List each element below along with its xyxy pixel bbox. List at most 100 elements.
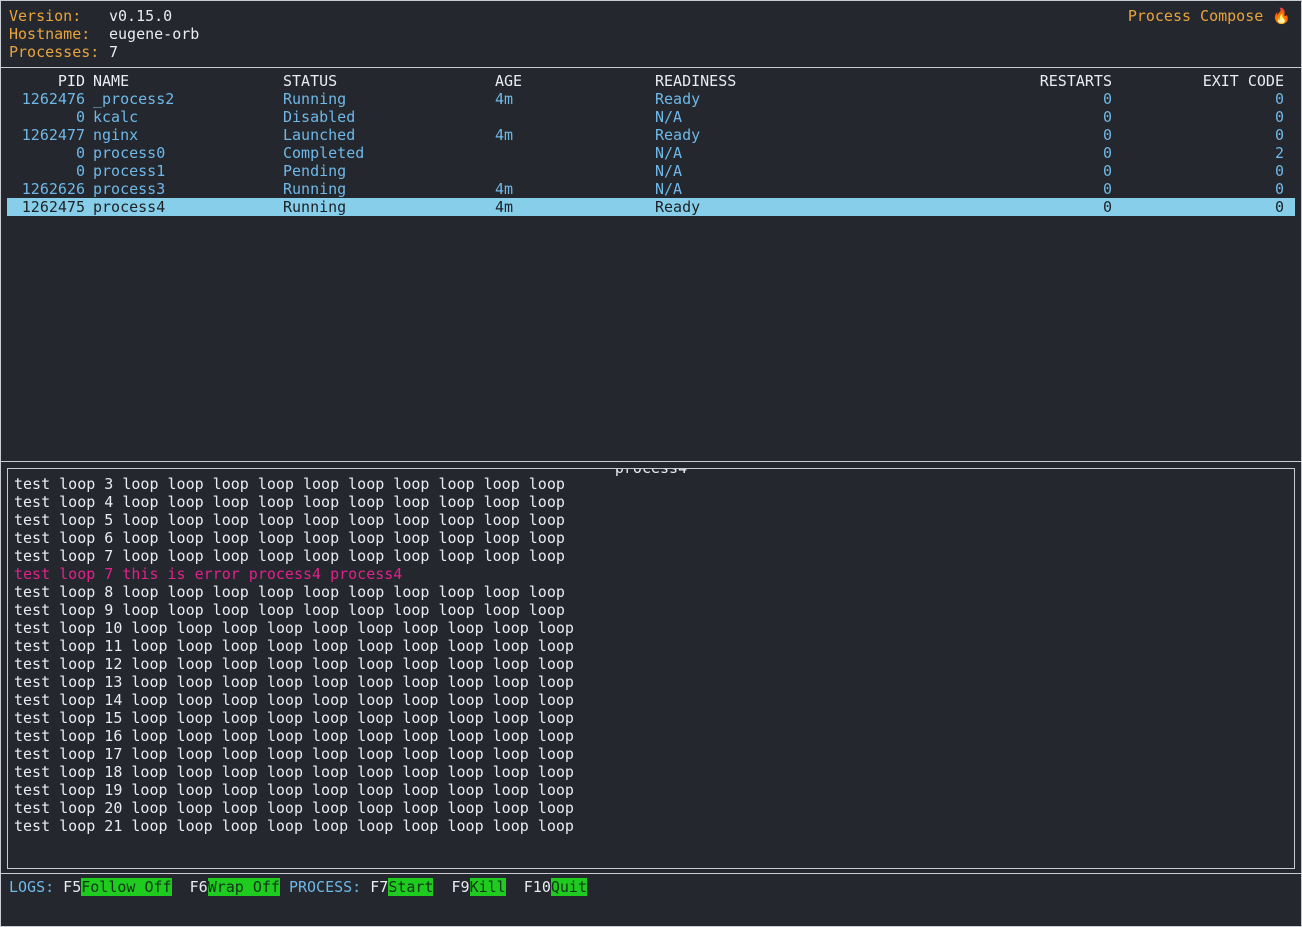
- cell-name: kcalc: [93, 108, 139, 126]
- log-panel-container: process4 test loop 3 loop loop loop loop…: [1, 462, 1301, 873]
- column-header-name: NAME: [93, 72, 130, 90]
- column-header-pid: PID: [57, 72, 85, 90]
- shortcut-action-kill[interactable]: Kill: [469, 878, 506, 896]
- cell-readiness: N/A: [655, 144, 683, 162]
- shortcut-key-f5: F5: [54, 878, 82, 896]
- cell-pid: 1262476: [21, 90, 85, 108]
- cell-name: nginx: [93, 126, 139, 144]
- cell-readiness: N/A: [655, 180, 683, 198]
- process-group-label: PROCESS:: [288, 878, 362, 896]
- cell-restarts: 0: [1102, 162, 1112, 180]
- log-line: test loop 14 loop loop loop loop loop lo…: [14, 691, 574, 709]
- log-line: test loop 9 loop loop loop loop loop loo…: [14, 601, 565, 619]
- log-line: test loop 7 loop loop loop loop loop loo…: [14, 547, 565, 565]
- cell-restarts: 0: [1102, 126, 1112, 144]
- log-line: test loop 3 loop loop loop loop loop loo…: [14, 475, 565, 493]
- log-line: test loop 8 loop loop loop loop loop loo…: [14, 583, 565, 601]
- hostname-row: Hostname: eugene-orb: [9, 25, 1293, 43]
- shortcut-action-start[interactable]: Start: [388, 878, 434, 896]
- processes-label: Processes:: [9, 43, 100, 61]
- log-line: test loop 6 loop loop loop loop loop loo…: [14, 529, 565, 547]
- shortcut-spacer: [506, 878, 515, 896]
- column-header-age: AGE: [495, 72, 523, 90]
- table-row[interactable]: 1262626 process3 Running 4m N/A 0 0: [7, 180, 1295, 198]
- cell-restarts: 0: [1102, 180, 1112, 198]
- log-line: test loop 17 loop loop loop loop loop lo…: [14, 745, 574, 763]
- shortcut-action-wrap-off[interactable]: Wrap Off: [207, 878, 280, 896]
- cell-age: 4m: [495, 180, 514, 198]
- table-body: 1262476 _process2 Running 4m Ready 0 0 0 kcalc Di…: [7, 90, 1295, 216]
- table-row[interactable]: 1262477 nginx Launched 4m Ready 0 0: [7, 126, 1295, 144]
- table-row[interactable]: 0 kcalc Disabled N/A 0 0: [7, 108, 1295, 126]
- shortcut-spacer: [172, 878, 181, 896]
- log-line: test loop 16 loop loop loop loop loop lo…: [14, 727, 574, 745]
- log-output: test loop 3 loop loop loop loop loop loo…: [14, 475, 1294, 835]
- shortcut-spacer: [280, 878, 289, 896]
- cell-name: _process2: [93, 90, 175, 108]
- hostname-label: Hostname:: [9, 25, 91, 43]
- log-line: test loop 12 loop loop loop loop loop lo…: [14, 655, 574, 673]
- cell-age: [495, 144, 655, 162]
- processes-row: Processes: 7: [9, 43, 1293, 61]
- cell-exit-code: 0: [1274, 180, 1284, 198]
- table-header-row: PID NAME STATUS AGE READINESS RESTARTS E…: [7, 72, 1295, 90]
- cell-name: process3: [93, 180, 166, 198]
- cell-name: process0: [93, 144, 166, 162]
- shortcut-key-f7: F7: [361, 878, 389, 896]
- version-row: Version: v0.15.0: [9, 7, 1293, 25]
- cell-exit-code: 0: [1274, 126, 1284, 144]
- version-label: Version:: [9, 7, 82, 25]
- cell-readiness: Ready: [655, 90, 701, 108]
- cell-status: Running: [283, 198, 347, 216]
- flame-icon: 🔥: [1272, 7, 1291, 25]
- log-line: test loop 13 loop loop loop loop loop lo…: [14, 673, 574, 691]
- status-bar: LOGS: F5Follow Off F6Wrap Off PROCESS: F…: [1, 874, 1301, 900]
- column-header-status: STATUS: [283, 72, 338, 90]
- cell-restarts: 0: [1102, 90, 1112, 108]
- cell-exit-code: 0: [1274, 108, 1284, 126]
- table-row[interactable]: 0 process0 Completed N/A 0 2: [7, 144, 1295, 162]
- cell-restarts: 0: [1102, 144, 1112, 162]
- log-line: test loop 4 loop loop loop loop loop loo…: [14, 493, 565, 511]
- shortcut-key-f10: F10: [514, 878, 551, 896]
- cell-status: Running: [283, 180, 347, 198]
- cell-name: process1: [93, 162, 166, 180]
- log-line: test loop 20 loop loop loop loop loop lo…: [14, 799, 574, 817]
- cell-readiness: Ready: [655, 126, 701, 144]
- cell-restarts: 0: [1102, 108, 1112, 126]
- shortcut-action-follow-off[interactable]: Follow Off: [81, 878, 172, 896]
- cell-readiness: N/A: [655, 162, 683, 180]
- cell-pid: 0: [75, 108, 85, 126]
- log-line-error: test loop 7 this is error process4 proce…: [14, 565, 403, 583]
- table-row[interactable]: 0 process1 Pending N/A 0 0: [7, 162, 1295, 180]
- cell-exit-code: 2: [1274, 144, 1284, 162]
- process-table[interactable]: PID NAME STATUS AGE READINESS RESTARTS E…: [1, 68, 1301, 461]
- cell-age: 4m: [495, 126, 514, 144]
- shortcut-action-quit[interactable]: Quit: [550, 878, 587, 896]
- brand-title: Process Compose: [1127, 7, 1264, 25]
- logs-group-label: LOGS:: [9, 878, 55, 896]
- log-line: test loop 18 loop loop loop loop loop lo…: [14, 763, 574, 781]
- cell-restarts: 0: [1102, 198, 1112, 216]
- cell-pid: 1262626: [21, 180, 85, 198]
- log-line: test loop 19 loop loop loop loop loop lo…: [14, 781, 574, 799]
- table-row[interactable]: 1262476 _process2 Running 4m Ready 0 0: [7, 90, 1295, 108]
- log-line: test loop 15 loop loop loop loop loop lo…: [14, 709, 574, 727]
- log-panel[interactable]: process4 test loop 3 loop loop loop loop…: [7, 468, 1295, 869]
- terminal-screen: Version: v0.15.0 Hostname: eugene-orb Proc…: [0, 0, 1302, 927]
- app-brand: Process Compose 🔥: [1128, 7, 1291, 25]
- app-header: Version: v0.15.0 Hostname: eugene-orb Proc…: [1, 1, 1301, 67]
- cell-pid: 0: [75, 144, 85, 162]
- column-header-restarts: RESTARTS: [1039, 72, 1112, 90]
- cell-age: [495, 162, 655, 180]
- column-header-exit-code: EXIT CODE: [1202, 72, 1284, 90]
- table-row[interactable]: 1262475 process4 Running 4m Ready 0 0: [7, 198, 1295, 216]
- cell-pid: 0: [75, 162, 85, 180]
- cell-status: Disabled: [283, 108, 356, 126]
- logs-shortcuts: F5Follow Off F6Wrap Off: [54, 878, 289, 896]
- cell-status: Running: [283, 90, 347, 108]
- shortcut-spacer: [433, 878, 442, 896]
- cell-readiness: Ready: [655, 198, 701, 216]
- cell-exit-code: 0: [1274, 162, 1284, 180]
- shortcut-key-f9: F9: [442, 878, 470, 896]
